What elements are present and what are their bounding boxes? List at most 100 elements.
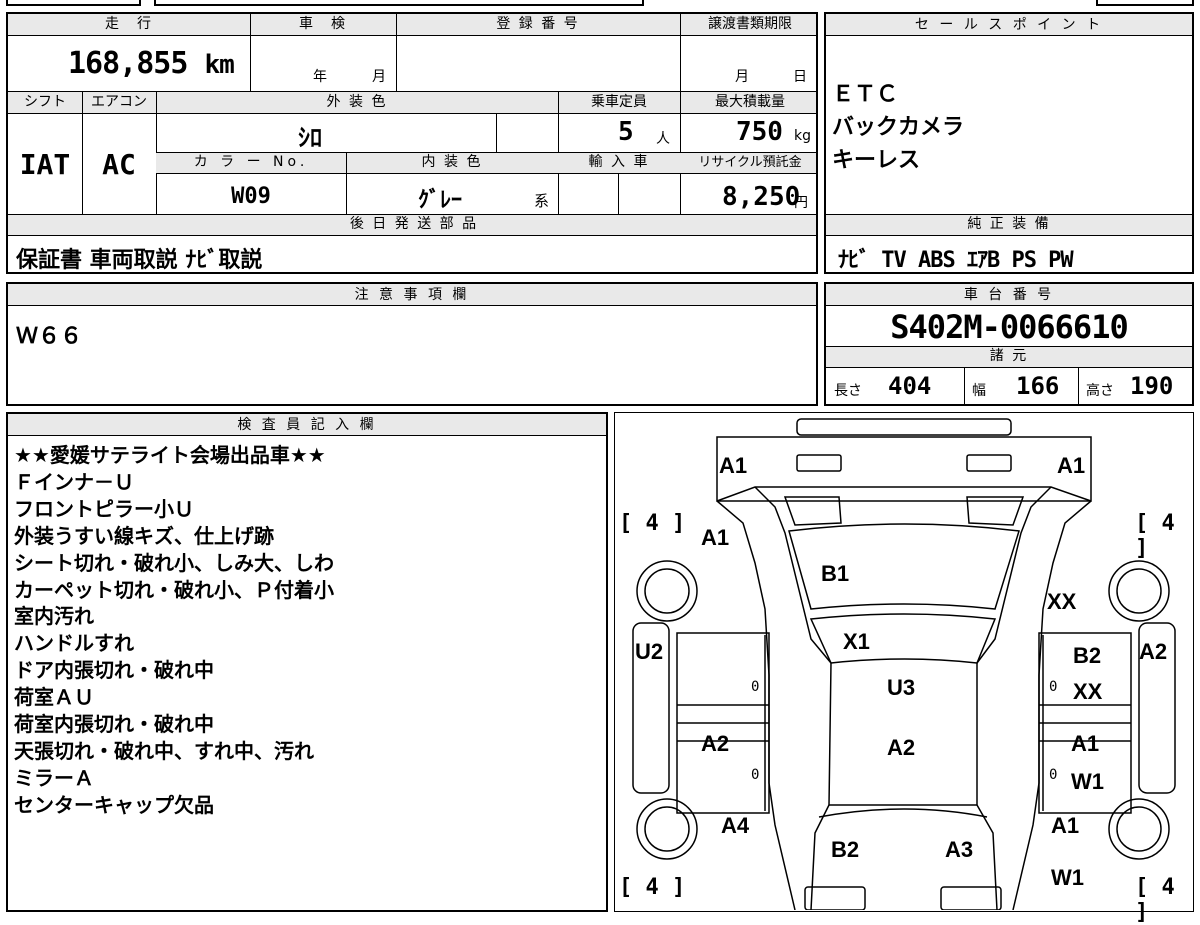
code-quarter-right: A1	[1051, 813, 1080, 838]
vehicle-info-table: 走 行 車 検 登 録 番 号 譲渡書類期限 168,855 km 年 月 月 …	[6, 12, 818, 274]
exterior-color-label: 外 装 色	[326, 94, 388, 110]
sale-point-item: キーレス	[832, 148, 921, 173]
inspector-note: 天張切れ・破れ中、すれ中、汚れ	[14, 738, 314, 763]
chassis-label: 車 台 番 号	[826, 284, 1192, 306]
code-tailgate-right: A3	[945, 837, 974, 862]
tire-front-right-value: 4	[1161, 511, 1175, 536]
mileage-number: 168,855	[68, 46, 188, 81]
tire-front-left: [ 4 ]	[619, 511, 686, 536]
inspector-note: ハンドルすれ	[14, 631, 134, 656]
inspector-note: ドア内張切れ・破れ中	[14, 658, 214, 683]
inspector-note: 荷室内張切れ・破れ中	[14, 712, 214, 737]
later-parts-label: 後 日 発 送 部 品	[349, 216, 479, 232]
inspector-notes-box: 検 査 員 記 入 欄 ★★愛媛サテライト会場出品車★★ Ｆインナ－Ｕ フロント…	[6, 412, 608, 912]
genuine-equipment-label: 純 正 装 備	[967, 216, 1051, 232]
length-label: 長さ	[834, 383, 862, 399]
caution-label: 注 意 事 項 欄	[8, 284, 816, 306]
specs-label: 諸 元	[989, 348, 1029, 364]
code-roof-rear: A2	[887, 735, 916, 760]
mileage-label: 走 行	[105, 16, 153, 32]
transfer-month-unit: 月	[735, 69, 749, 85]
sale-points-box: セ ー ル ス ポ イ ン ト 純 正 装 備 ＥＴＣ バックカメラ キーレス …	[824, 12, 1194, 274]
sale-points-label: セ ー ル ス ポ イ ン ト	[826, 14, 1192, 36]
inspector-note: 外装うすい線キズ、仕上げ跡	[14, 523, 274, 548]
shift-label: シフト	[24, 94, 66, 110]
tire-front-right: [ 4 ]	[1135, 511, 1175, 561]
max-load-label: 最大積載量	[715, 94, 785, 110]
code-fender-right: XX	[1047, 589, 1077, 614]
code-fender-left: A1	[701, 525, 730, 550]
tire-rear-right-value: 4	[1161, 875, 1175, 900]
inspector-note: 室内汚れ	[14, 604, 94, 629]
width-label: 幅	[972, 383, 986, 399]
chassis-number: S402M-0066610	[890, 308, 1128, 346]
later-parts-value: 保証書 車両取説 ﾅﾋﾞ取説	[16, 248, 263, 273]
code-front-left: A1	[719, 453, 748, 478]
inspector-note: 荷室ＡＵ	[14, 685, 94, 710]
shaken-year-unit: 年	[313, 69, 327, 85]
code-rear-right: W1	[1051, 865, 1084, 890]
capacity-value: 5	[618, 117, 634, 147]
caution-box: 注 意 事 項 欄 Ｗ６６	[6, 282, 818, 406]
mileage-unit: km	[204, 50, 235, 80]
color-no-label: カ ラ ー No.	[193, 154, 309, 170]
registration-label: 登 録 番 号	[496, 16, 580, 32]
recycle-unit: 円	[794, 195, 808, 211]
condition-diagram-box: [ 4 ] [ 4 ] [ 4 ] [ 4 ] A1 A1 A1 B1 XX X…	[614, 412, 1194, 925]
height-value: 190	[1130, 372, 1174, 400]
inspector-note: シート切れ・破れ小、しみ大、しわ	[14, 550, 334, 575]
recycle-label: リサイクル預託金	[698, 155, 802, 170]
height-label: 高さ	[1086, 383, 1114, 399]
code-roof: U3	[887, 675, 916, 700]
inspector-label: 検 査 員 記 入 欄	[8, 414, 606, 436]
code-door-front-right-a: B2	[1073, 643, 1102, 668]
caution-value: Ｗ６６	[16, 324, 83, 349]
mileage-value: 168,855 km	[68, 46, 248, 81]
sale-points-list: ＥＴＣ バックカメラ キーレス	[832, 78, 964, 177]
sale-point-item: バックカメラ	[832, 115, 965, 140]
inspector-note: Ｆインナ－Ｕ	[14, 469, 134, 494]
tire-rear-left-value: 4	[645, 875, 659, 900]
interior-color-label: 内 装 色	[421, 154, 483, 170]
code-pillar: X1	[843, 629, 870, 654]
exterior-color-value: ｼﾛ	[298, 124, 322, 152]
code-rear-left: A4	[721, 813, 750, 838]
color-no-value: W09	[231, 184, 271, 209]
aircon-value: AC	[102, 148, 136, 181]
length-value: 404	[888, 372, 932, 400]
transfer-day-unit: 日	[793, 69, 807, 85]
aircon-label: エアコン	[91, 94, 147, 110]
inspector-note: センターキャップ欠品	[14, 792, 214, 817]
inspector-note: ミラーＡ	[14, 765, 94, 790]
code-door-rear-left: A2	[701, 731, 730, 756]
tire-front-left-value: 4	[645, 511, 659, 536]
capacity-label: 乗車定員	[591, 94, 647, 110]
car-outline-diagram	[632, 418, 1176, 910]
code-tailgate-left: B2	[831, 837, 860, 862]
code-door-rear-right-a: A1	[1071, 731, 1100, 756]
genuine-equipment-value: ﾅﾋﾞ TV ABS ｴｱB PS PW	[838, 248, 1074, 273]
recycle-value: 8,250	[722, 182, 801, 212]
code-mirror-right: A2	[1139, 639, 1168, 664]
door-marker: 0	[751, 767, 760, 783]
transfer-deadline-label: 譲渡書類期限	[708, 16, 792, 32]
interior-color-suffix: 系	[534, 192, 550, 210]
inspector-notes-list: ★★愛媛サテライト会場出品車★★ Ｆインナ－Ｕ フロントピラー小Ｕ 外装うすい線…	[14, 442, 334, 819]
width-value: 166	[1016, 372, 1060, 400]
code-windshield: B1	[821, 561, 850, 586]
code-door-front-right-b: XX	[1073, 679, 1103, 704]
code-door-rear-right-b: W1	[1071, 769, 1104, 794]
door-marker: 0	[751, 679, 760, 695]
inspector-note: ★★愛媛サテライト会場出品車★★	[14, 443, 326, 467]
top-strip	[6, 0, 1194, 6]
code-door-front-left: U2	[635, 639, 664, 664]
code-front-right: A1	[1057, 453, 1086, 478]
tire-rear-left: [ 4 ]	[619, 875, 686, 900]
sale-point-item: ＥＴＣ	[832, 82, 899, 107]
import-label: 輸 入 車	[588, 154, 650, 170]
max-load-value: 750	[736, 117, 783, 147]
door-marker: 0	[1049, 767, 1058, 783]
inspector-note: カーペット切れ・破れ小、Ｐ付着小	[14, 577, 334, 602]
capacity-unit: 人	[656, 131, 670, 147]
max-load-unit: kg	[794, 128, 811, 144]
